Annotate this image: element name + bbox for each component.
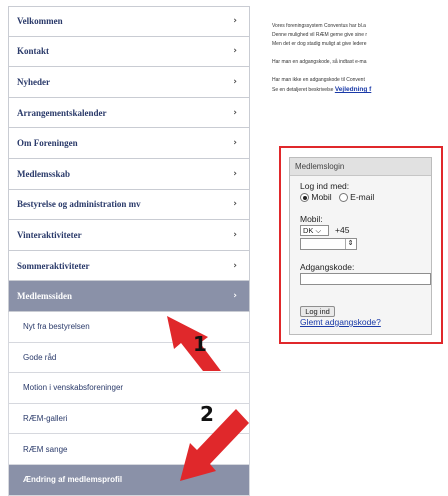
annotation-marker-1: 1 — [193, 332, 207, 356]
arrow-2-icon — [180, 409, 249, 481]
annotation-marker-2: 2 — [200, 402, 214, 426]
annotation-arrows — [167, 316, 249, 481]
